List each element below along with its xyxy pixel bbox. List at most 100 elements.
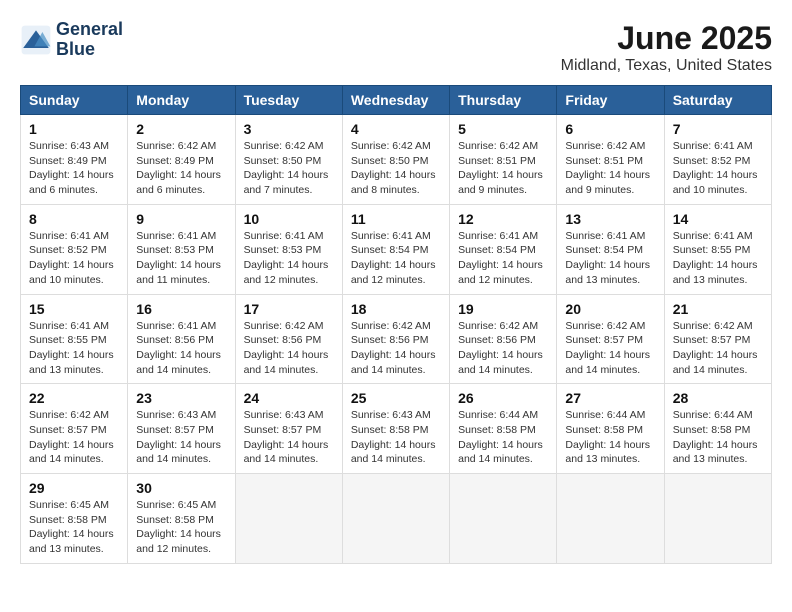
- day-number: 5: [458, 121, 548, 137]
- day-number: 7: [673, 121, 763, 137]
- day-number: 20: [565, 301, 655, 317]
- day-number: 14: [673, 211, 763, 227]
- day-info: Sunrise: 6:42 AM Sunset: 8:56 PM Dayligh…: [244, 319, 334, 378]
- day-number: 9: [136, 211, 226, 227]
- day-info: Sunrise: 6:41 AM Sunset: 8:54 PM Dayligh…: [565, 229, 655, 288]
- day-number: 18: [351, 301, 441, 317]
- day-number: 22: [29, 390, 119, 406]
- day-number: 23: [136, 390, 226, 406]
- day-info: Sunrise: 6:44 AM Sunset: 8:58 PM Dayligh…: [565, 408, 655, 467]
- day-info: Sunrise: 6:42 AM Sunset: 8:51 PM Dayligh…: [565, 139, 655, 198]
- table-row: 15 Sunrise: 6:41 AM Sunset: 8:55 PM Dayl…: [21, 294, 128, 384]
- day-number: 2: [136, 121, 226, 137]
- day-info: Sunrise: 6:41 AM Sunset: 8:53 PM Dayligh…: [136, 229, 226, 288]
- table-row: [342, 474, 449, 564]
- location-title: Midland, Texas, United States: [561, 57, 772, 75]
- table-row: 2 Sunrise: 6:42 AM Sunset: 8:49 PM Dayli…: [128, 115, 235, 205]
- day-number: 15: [29, 301, 119, 317]
- col-saturday: Saturday: [664, 86, 771, 115]
- day-info: Sunrise: 6:44 AM Sunset: 8:58 PM Dayligh…: [673, 408, 763, 467]
- calendar-header-row: Sunday Monday Tuesday Wednesday Thursday…: [21, 86, 772, 115]
- day-number: 3: [244, 121, 334, 137]
- logo: General Blue: [20, 20, 123, 60]
- day-number: 30: [136, 480, 226, 496]
- day-info: Sunrise: 6:42 AM Sunset: 8:57 PM Dayligh…: [673, 319, 763, 378]
- day-info: Sunrise: 6:41 AM Sunset: 8:52 PM Dayligh…: [673, 139, 763, 198]
- col-tuesday: Tuesday: [235, 86, 342, 115]
- month-title: June 2025: [561, 20, 772, 57]
- table-row: 16 Sunrise: 6:41 AM Sunset: 8:56 PM Dayl…: [128, 294, 235, 384]
- table-row: [450, 474, 557, 564]
- day-number: 10: [244, 211, 334, 227]
- table-row: 7 Sunrise: 6:41 AM Sunset: 8:52 PM Dayli…: [664, 115, 771, 205]
- day-info: Sunrise: 6:43 AM Sunset: 8:57 PM Dayligh…: [244, 408, 334, 467]
- day-number: 25: [351, 390, 441, 406]
- calendar-week-1: 1 Sunrise: 6:43 AM Sunset: 8:49 PM Dayli…: [21, 115, 772, 205]
- title-area: June 2025 Midland, Texas, United States: [561, 20, 772, 75]
- table-row: 13 Sunrise: 6:41 AM Sunset: 8:54 PM Dayl…: [557, 204, 664, 294]
- day-info: Sunrise: 6:42 AM Sunset: 8:56 PM Dayligh…: [458, 319, 548, 378]
- calendar-week-5: 29 Sunrise: 6:45 AM Sunset: 8:58 PM Dayl…: [21, 474, 772, 564]
- day-number: 29: [29, 480, 119, 496]
- col-sunday: Sunday: [21, 86, 128, 115]
- table-row: 8 Sunrise: 6:41 AM Sunset: 8:52 PM Dayli…: [21, 204, 128, 294]
- calendar-week-3: 15 Sunrise: 6:41 AM Sunset: 8:55 PM Dayl…: [21, 294, 772, 384]
- table-row: 20 Sunrise: 6:42 AM Sunset: 8:57 PM Dayl…: [557, 294, 664, 384]
- table-row: [557, 474, 664, 564]
- day-number: 8: [29, 211, 119, 227]
- table-row: 24 Sunrise: 6:43 AM Sunset: 8:57 PM Dayl…: [235, 384, 342, 474]
- day-number: 4: [351, 121, 441, 137]
- calendar-week-4: 22 Sunrise: 6:42 AM Sunset: 8:57 PM Dayl…: [21, 384, 772, 474]
- day-info: Sunrise: 6:42 AM Sunset: 8:57 PM Dayligh…: [29, 408, 119, 467]
- day-number: 28: [673, 390, 763, 406]
- calendar-table: Sunday Monday Tuesday Wednesday Thursday…: [20, 85, 772, 564]
- day-info: Sunrise: 6:43 AM Sunset: 8:49 PM Dayligh…: [29, 139, 119, 198]
- table-row: 30 Sunrise: 6:45 AM Sunset: 8:58 PM Dayl…: [128, 474, 235, 564]
- table-row: 1 Sunrise: 6:43 AM Sunset: 8:49 PM Dayli…: [21, 115, 128, 205]
- table-row: 23 Sunrise: 6:43 AM Sunset: 8:57 PM Dayl…: [128, 384, 235, 474]
- day-info: Sunrise: 6:43 AM Sunset: 8:58 PM Dayligh…: [351, 408, 441, 467]
- day-number: 13: [565, 211, 655, 227]
- day-info: Sunrise: 6:45 AM Sunset: 8:58 PM Dayligh…: [29, 498, 119, 557]
- day-info: Sunrise: 6:41 AM Sunset: 8:55 PM Dayligh…: [29, 319, 119, 378]
- day-info: Sunrise: 6:41 AM Sunset: 8:54 PM Dayligh…: [458, 229, 548, 288]
- table-row: 5 Sunrise: 6:42 AM Sunset: 8:51 PM Dayli…: [450, 115, 557, 205]
- day-info: Sunrise: 6:41 AM Sunset: 8:56 PM Dayligh…: [136, 319, 226, 378]
- col-wednesday: Wednesday: [342, 86, 449, 115]
- col-monday: Monday: [128, 86, 235, 115]
- table-row: 18 Sunrise: 6:42 AM Sunset: 8:56 PM Dayl…: [342, 294, 449, 384]
- table-row: 29 Sunrise: 6:45 AM Sunset: 8:58 PM Dayl…: [21, 474, 128, 564]
- logo-text: General Blue: [56, 20, 123, 60]
- table-row: [664, 474, 771, 564]
- table-row: [235, 474, 342, 564]
- col-thursday: Thursday: [450, 86, 557, 115]
- table-row: 25 Sunrise: 6:43 AM Sunset: 8:58 PM Dayl…: [342, 384, 449, 474]
- day-info: Sunrise: 6:42 AM Sunset: 8:49 PM Dayligh…: [136, 139, 226, 198]
- table-row: 11 Sunrise: 6:41 AM Sunset: 8:54 PM Dayl…: [342, 204, 449, 294]
- day-info: Sunrise: 6:41 AM Sunset: 8:53 PM Dayligh…: [244, 229, 334, 288]
- table-row: 14 Sunrise: 6:41 AM Sunset: 8:55 PM Dayl…: [664, 204, 771, 294]
- calendar-week-2: 8 Sunrise: 6:41 AM Sunset: 8:52 PM Dayli…: [21, 204, 772, 294]
- day-number: 1: [29, 121, 119, 137]
- day-number: 17: [244, 301, 334, 317]
- table-row: 9 Sunrise: 6:41 AM Sunset: 8:53 PM Dayli…: [128, 204, 235, 294]
- table-row: 4 Sunrise: 6:42 AM Sunset: 8:50 PM Dayli…: [342, 115, 449, 205]
- day-info: Sunrise: 6:42 AM Sunset: 8:56 PM Dayligh…: [351, 319, 441, 378]
- day-number: 21: [673, 301, 763, 317]
- day-number: 26: [458, 390, 548, 406]
- table-row: 28 Sunrise: 6:44 AM Sunset: 8:58 PM Dayl…: [664, 384, 771, 474]
- day-info: Sunrise: 6:41 AM Sunset: 8:55 PM Dayligh…: [673, 229, 763, 288]
- table-row: 10 Sunrise: 6:41 AM Sunset: 8:53 PM Dayl…: [235, 204, 342, 294]
- day-number: 16: [136, 301, 226, 317]
- logo-icon: [20, 24, 52, 56]
- table-row: 12 Sunrise: 6:41 AM Sunset: 8:54 PM Dayl…: [450, 204, 557, 294]
- day-info: Sunrise: 6:45 AM Sunset: 8:58 PM Dayligh…: [136, 498, 226, 557]
- table-row: 3 Sunrise: 6:42 AM Sunset: 8:50 PM Dayli…: [235, 115, 342, 205]
- day-number: 11: [351, 211, 441, 227]
- table-row: 17 Sunrise: 6:42 AM Sunset: 8:56 PM Dayl…: [235, 294, 342, 384]
- day-number: 6: [565, 121, 655, 137]
- table-row: 26 Sunrise: 6:44 AM Sunset: 8:58 PM Dayl…: [450, 384, 557, 474]
- day-info: Sunrise: 6:41 AM Sunset: 8:54 PM Dayligh…: [351, 229, 441, 288]
- day-number: 24: [244, 390, 334, 406]
- day-info: Sunrise: 6:42 AM Sunset: 8:50 PM Dayligh…: [244, 139, 334, 198]
